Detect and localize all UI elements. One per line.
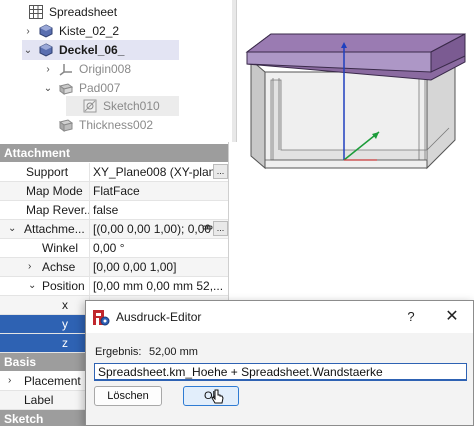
freecad-logo-icon [92, 309, 110, 327]
tree-item-thickness[interactable]: Thickness002 [42, 115, 232, 135]
chevron-right-icon[interactable]: › [28, 258, 31, 276]
pad-icon [58, 80, 74, 96]
tree-item-sketch[interactable]: Sketch010 [66, 96, 179, 116]
property-name: Map Mode [0, 182, 90, 200]
body-icon [38, 23, 54, 39]
tree-item-label: Deckel_06_ [59, 43, 125, 57]
dialog-title: Ausdruck-Editor [116, 310, 202, 324]
property-value[interactable]: [0,00 0,00 1,00] [90, 258, 228, 276]
property-row-position[interactable]: ⌄ Position [0,00 mm 0,00 mm 52,... [0, 277, 228, 296]
property-value[interactable]: false [90, 201, 228, 219]
property-value[interactable]: FlatFace [90, 182, 228, 200]
property-name: Label [0, 391, 90, 409]
expression-editor-dialog: Ausdruck-Editor ? ✕ Ergebnis: 52,00 mm S… [85, 300, 474, 426]
chevron-right-icon[interactable]: › [42, 64, 54, 75]
property-name: › Placement [0, 372, 90, 390]
property-row-winkel[interactable]: Winkel 0,00 ° [0, 239, 228, 258]
tree-item-kiste[interactable]: › Kiste_02_2 [22, 21, 232, 41]
chevron-down-icon[interactable]: ⌄ [28, 277, 36, 295]
property-name: Winkel [0, 239, 90, 257]
property-row-support[interactable]: Support XY_Plane008 (XY-plane0... ... [0, 163, 228, 182]
body-icon [38, 42, 54, 58]
tree-item-label: Thickness002 [79, 118, 154, 132]
lid-top-face [245, 33, 466, 53]
property-name: z [0, 334, 90, 352]
tree-item-spreadsheet[interactable]: Spreadsheet [12, 2, 232, 22]
tree-item-label: Sketch010 [103, 99, 160, 113]
tree-item-label: Origin008 [79, 62, 132, 76]
sketch-icon [82, 98, 98, 114]
tree-item-label: Spreadsheet [49, 5, 118, 19]
clear-button[interactable]: Löschen [94, 386, 162, 406]
property-row-attachment-offset[interactable]: ⌄ Attachme... [(0,00 0,00 1,00); 0,00 °;… [0, 220, 228, 239]
ellipsis-button[interactable]: ... [213, 164, 228, 179]
thickness-icon [58, 117, 74, 133]
link-icon[interactable] [202, 221, 213, 238]
property-value[interactable]: 0,00 ° [90, 239, 228, 257]
close-button[interactable]: ✕ [441, 307, 463, 327]
ellipsis-button[interactable]: ... [213, 221, 228, 236]
property-name: Support [0, 163, 90, 181]
spreadsheet-icon [28, 4, 44, 20]
property-name: › Achse [0, 258, 90, 276]
result-label: Ergebnis: [95, 346, 142, 358]
help-button[interactable]: ? [401, 307, 421, 327]
dialog-titlebar[interactable]: Ausdruck-Editor ? ✕ [86, 301, 473, 333]
tree-item-pad[interactable]: ⌄ Pad007 [42, 78, 232, 98]
box-left-side [250, 58, 266, 170]
property-value[interactable]: [0,00 mm 0,00 mm 52,... [90, 277, 228, 295]
tree-item-label: Pad007 [79, 81, 121, 95]
tree-item-origin[interactable]: › Origin008 [42, 59, 232, 79]
group-header-attachment[interactable]: Attachment [0, 144, 228, 162]
result-value: 52,00 mm [149, 346, 198, 358]
origin-icon [58, 61, 74, 77]
property-row-achse[interactable]: › Achse [0,00 0,00 1,00] [0, 258, 228, 277]
model-tree: Spreadsheet › Kiste_02_2 ⌄ Deckel_06_ › … [0, 0, 236, 142]
property-value[interactable]: [(0,00 0,00 1,00); 0,00 °; (0... ... [90, 220, 228, 238]
property-name: x [0, 296, 90, 314]
chevron-down-icon[interactable]: ⌄ [42, 83, 54, 94]
mouse-pointer-icon [211, 389, 225, 409]
expression-input[interactable]: Spreadsheet.km_Hoehe + Spreadsheet.Wands… [94, 363, 467, 381]
chevron-down-icon[interactable]: ⌄ [22, 45, 34, 56]
property-name: Map Rever... [0, 201, 90, 219]
property-row-map-reverse[interactable]: Map Rever... false [0, 201, 228, 220]
tree-item-deckel[interactable]: ⌄ Deckel_06_ [22, 40, 179, 60]
tree-item-label: Kiste_02_2 [59, 24, 120, 38]
property-name: ⌄ Position [0, 277, 90, 295]
property-value[interactable]: XY_Plane008 (XY-plane0... ... [90, 163, 228, 181]
3d-model [245, 33, 466, 170]
property-name: y [0, 315, 90, 333]
property-row-map-mode[interactable]: Map Mode FlatFace [0, 182, 228, 201]
chevron-down-icon[interactable]: ⌄ [8, 220, 16, 238]
chevron-right-icon[interactable]: › [22, 26, 34, 37]
property-name: ⌄ Attachme... [0, 220, 90, 238]
3d-viewport[interactable] [237, 0, 474, 310]
chevron-right-icon[interactable]: › [8, 372, 11, 390]
